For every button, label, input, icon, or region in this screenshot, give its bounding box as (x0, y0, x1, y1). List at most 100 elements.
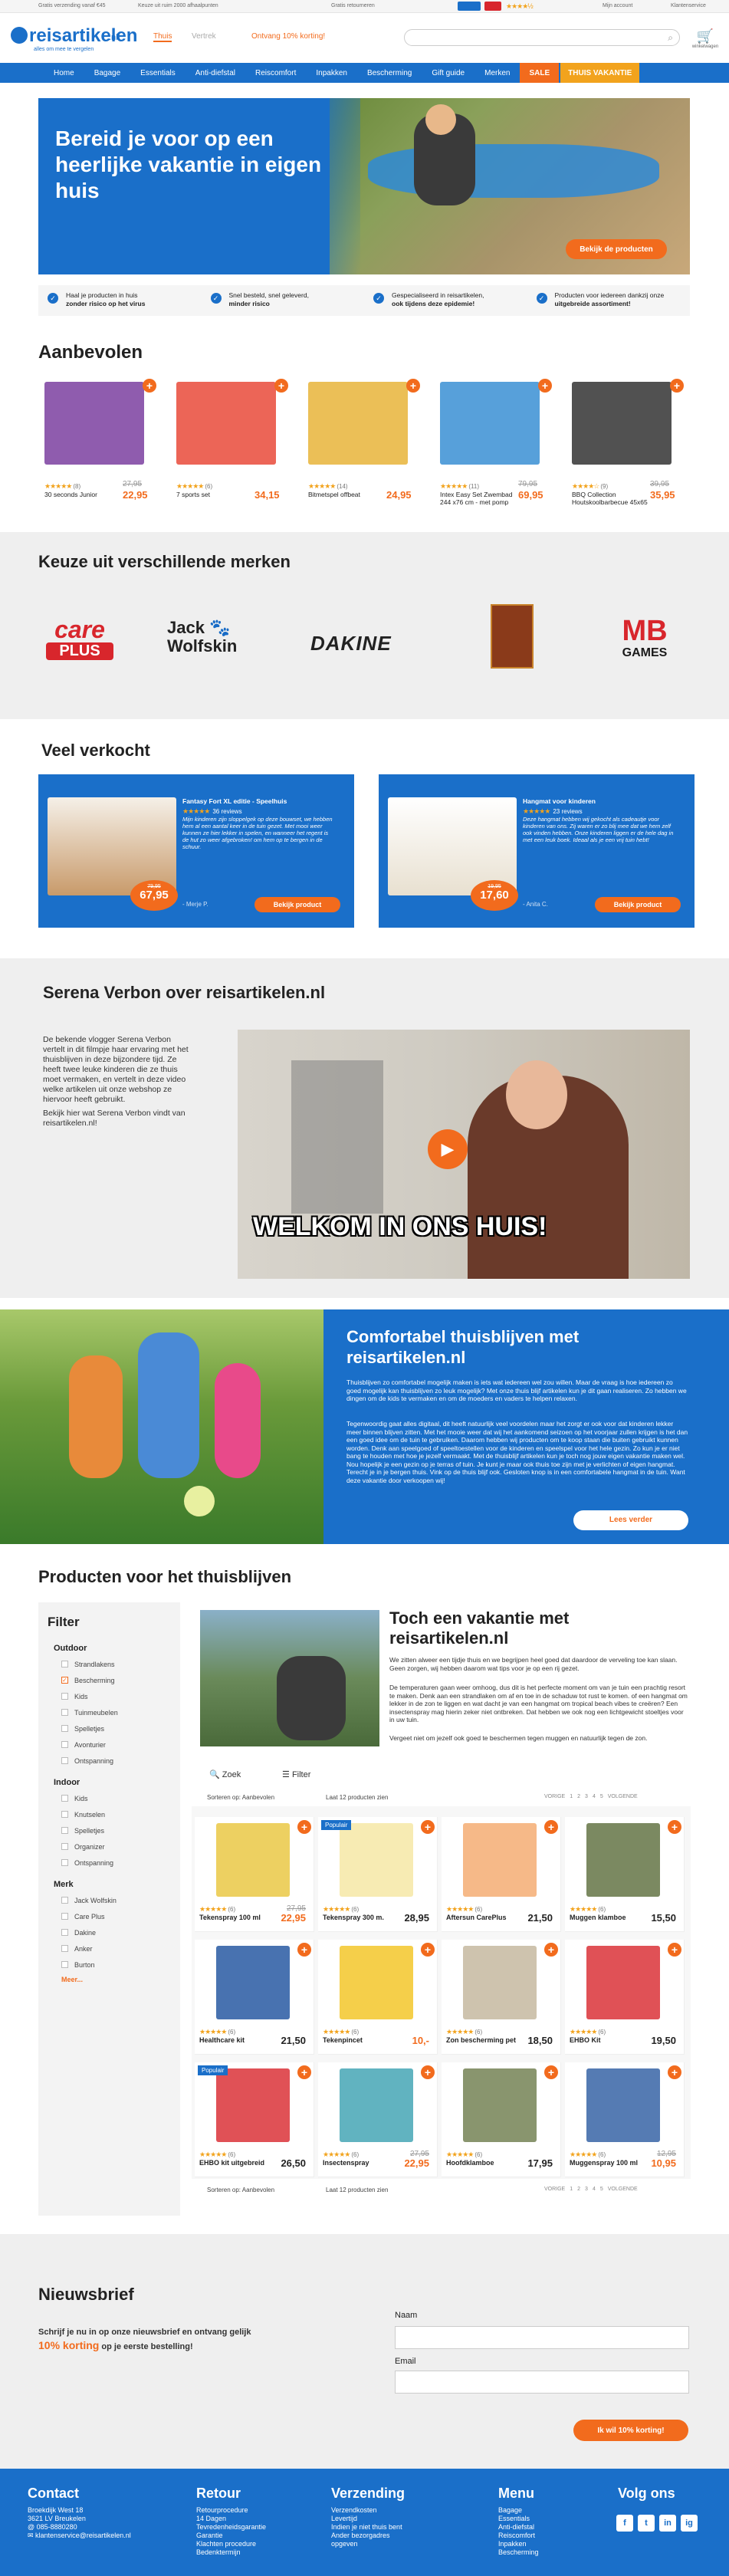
filter-option[interactable]: Spelletjes (61, 1720, 176, 1737)
filter-checkbox[interactable] (61, 1913, 68, 1920)
filter-option[interactable]: Anker (61, 1940, 176, 1957)
filter-checkbox[interactable] (61, 1929, 68, 1936)
filter-toggle[interactable]: ☰ Filter (282, 1769, 310, 1779)
filter-checkbox[interactable] (61, 1843, 68, 1850)
pag-2[interactable]: 2 (577, 1794, 580, 1799)
nav-gift-guide[interactable]: Gift guide (422, 63, 475, 83)
tab-thuis[interactable]: Thuis (153, 32, 172, 42)
lees-verder-button[interactable]: Lees verder (573, 1510, 688, 1530)
product-card[interactable]: + ★★★★★ (6) Healthcare kit 21,50 (195, 1940, 314, 2055)
pag-4[interactable]: 4 (593, 2187, 596, 2192)
brand-careplus[interactable]: care PLUS (42, 616, 117, 665)
filter-option[interactable]: Knutselen (61, 1806, 176, 1822)
filter-option[interactable]: Dakine (61, 1924, 176, 1940)
product-card[interactable]: + ★★★★★ (6) EHBO Kit 19,50 (565, 1940, 685, 2055)
add-to-cart-icon[interactable]: + (544, 1943, 558, 1957)
add-to-cart-icon[interactable]: + (538, 379, 552, 393)
footer-link[interactable]: Indien je niet thuis bent (331, 2523, 469, 2532)
filter-option[interactable]: Jack Wolfskin (61, 1892, 176, 1908)
filter-checkbox[interactable] (61, 1757, 68, 1764)
brand-jack-wolfskin[interactable]: Jack 🐾 Wolfskin (167, 619, 251, 665)
product-card[interactable]: + Populair ★★★★★ (6) Tekenspray 300 m. 28,95 (318, 1817, 438, 1932)
subscribe-button[interactable]: Ik wil 10% korting! (573, 2420, 688, 2441)
filter-checkbox[interactable] (61, 1795, 68, 1802)
filter-checkbox[interactable] (61, 1897, 68, 1904)
pag-1[interactable]: 1 (570, 2187, 573, 2192)
product-card[interactable]: + ★★★★★ (6) 12,95 Muggenspray 100 ml 10,95 (565, 2062, 685, 2177)
footer-link[interactable]: Tevredenheidsgarantie (196, 2523, 334, 2532)
bekijk-product-button[interactable]: Bekijk product (254, 897, 340, 912)
filter-option[interactable]: Avonturier (61, 1737, 176, 1753)
sort-select[interactable]: Sorteren op: Aanbevolen (207, 1794, 274, 1801)
footer-link[interactable]: Reiscomfort (498, 2532, 636, 2540)
facebook-icon[interactable]: f (616, 2515, 633, 2532)
filter-option[interactable]: Kids (61, 1688, 176, 1704)
pag-2[interactable]: 2 (577, 2187, 580, 2192)
footer-link[interactable]: Anti-diefstal (498, 2523, 636, 2532)
filter-option[interactable]: Kids (61, 1790, 176, 1806)
footer-link[interactable]: Garantie (196, 2532, 334, 2540)
nav-inpakken[interactable]: Inpakken (306, 63, 357, 83)
email-field[interactable] (395, 2371, 689, 2394)
pag-next[interactable]: VOLGENDE (608, 1794, 638, 1799)
footer-link[interactable]: Retourprocedure (196, 2506, 334, 2515)
filter-checkbox[interactable] (61, 1709, 68, 1716)
filter-option[interactable]: Spelletjes (61, 1822, 176, 1838)
filter-option[interactable]: Strandlakens (61, 1656, 176, 1672)
nav-sale[interactable]: SALE (520, 63, 560, 83)
naam-field[interactable] (395, 2326, 689, 2349)
footer-link[interactable]: opgeven (331, 2540, 469, 2548)
filter-checkbox[interactable] (61, 1961, 68, 1968)
add-to-cart-icon[interactable]: + (668, 1943, 681, 1957)
logo[interactable]: reisartikelen .nl alles om mee te vergel… (11, 24, 137, 54)
pag-prev[interactable]: VORIGE (544, 2187, 565, 2192)
footer-link[interactable]: Bedenktermijn (196, 2548, 334, 2557)
filter-option[interactable]: Burton (61, 1957, 176, 1973)
tab-vertrek[interactable]: Vertrek (192, 32, 216, 41)
add-to-cart-icon[interactable]: + (544, 2065, 558, 2079)
add-to-cart-icon[interactable]: + (297, 1820, 311, 1834)
filter-option[interactable]: Care Plus (61, 1908, 176, 1924)
product-card[interactable]: + ★★★★★ (6) Tekenpincet 10,- (318, 1940, 438, 2055)
footer-link[interactable]: Klachten procedure (196, 2540, 334, 2548)
filter-checkbox[interactable] (61, 1693, 68, 1700)
add-to-cart-icon[interactable]: + (297, 2065, 311, 2079)
pag-5[interactable]: 5 (600, 2187, 603, 2192)
filter-checkbox[interactable] (61, 1945, 68, 1952)
filter-checkbox[interactable] (61, 1859, 68, 1866)
nav-bescherming[interactable]: Bescherming (357, 63, 422, 83)
add-to-cart-icon[interactable]: + (668, 2065, 681, 2079)
add-to-cart-icon[interactable]: + (297, 1943, 311, 1957)
nav-thuis-vakantie[interactable]: THUIS VAKANTIE (560, 63, 640, 83)
add-to-cart-icon[interactable]: + (421, 1820, 435, 1834)
brand-game-box[interactable] (491, 604, 534, 669)
product-card[interactable]: + ★★★★★ (6) Zon bescherming pet 18,50 (442, 1940, 561, 2055)
nav-bagage[interactable]: Bagage (84, 63, 130, 83)
service-link[interactable]: Klantenservice (671, 3, 706, 8)
pag-3[interactable]: 3 (585, 2187, 588, 2192)
sort-select-bottom[interactable]: Sorteren op: Aanbevolen (207, 2187, 274, 2193)
linkedin-icon[interactable]: in (659, 2515, 676, 2532)
instagram-icon[interactable]: ig (681, 2515, 698, 2532)
filter-option[interactable]: Ontspanning (61, 1753, 176, 1769)
footer-link[interactable]: 14 Dagen (196, 2515, 334, 2523)
recommended-product-card[interactable]: + ★★★★☆ (9) 39,95 BBQ Collection Houtskoolba… (566, 379, 687, 509)
filter-option[interactable]: ✓ Bescherming (61, 1672, 176, 1688)
product-card[interactable]: + ★★★★★ (6) Muggen klamboe 15,50 (565, 1817, 685, 1932)
add-to-cart-icon[interactable]: + (406, 379, 420, 393)
twitter-icon[interactable]: t (638, 2515, 655, 2532)
pag-prev[interactable]: VORIGE (544, 1794, 565, 1799)
add-to-cart-icon[interactable]: + (544, 1820, 558, 1834)
search-toggle[interactable]: 🔍 Zoek (209, 1769, 241, 1779)
hero-cta-button[interactable]: Bekijk de producten (566, 239, 667, 259)
pag-5[interactable]: 5 (600, 1794, 603, 1799)
filter-checkbox[interactable] (61, 1741, 68, 1748)
footer-link[interactable]: Bagage (498, 2506, 636, 2515)
footer-link[interactable]: Levertijd (331, 2515, 469, 2523)
recommended-product-card[interactable]: + ★★★★★ (11) 79,95 Intex Easy Set Zwembad 24… (434, 379, 555, 509)
add-to-cart-icon[interactable]: + (670, 379, 684, 393)
product-card[interactable]: + ★★★★★ (6) Aftersun CarePlus 21,50 (442, 1817, 561, 1932)
add-to-cart-icon[interactable]: + (421, 1943, 435, 1957)
nav-essentials[interactable]: Essentials (130, 63, 186, 83)
filter-option[interactable]: Tuinmeubelen (61, 1704, 176, 1720)
